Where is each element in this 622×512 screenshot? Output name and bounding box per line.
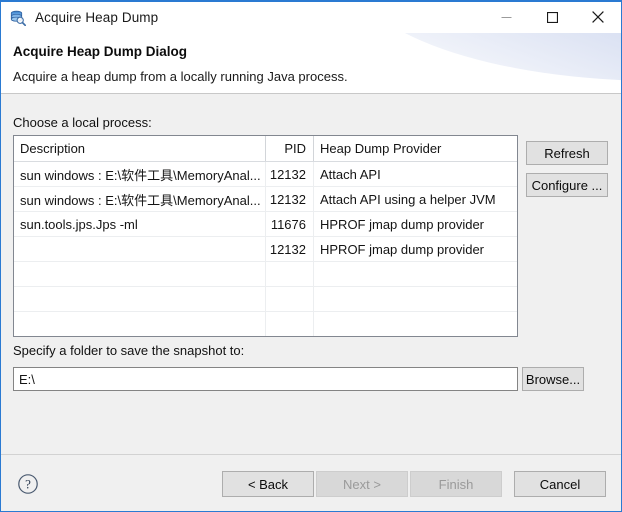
table-row[interactable]: sun windows : E:\软件工具\MemoryAnal... 1213… [14, 162, 517, 187]
cell-pid [266, 312, 314, 336]
maximize-icon[interactable] [529, 2, 575, 32]
cell-provider [314, 312, 517, 336]
choose-process-label: Choose a local process: [13, 115, 152, 130]
browse-button[interactable]: Browse... [522, 367, 584, 391]
cell-provider: Attach API [320, 166, 381, 182]
finish-button: Finish [410, 471, 502, 497]
cell-description [14, 287, 266, 311]
folder-label: Specify a folder to save the snapshot to… [13, 343, 245, 358]
help-question-icon[interactable]: ? [17, 473, 39, 495]
cell-pid: 12132 [266, 237, 314, 261]
next-button: Next > [316, 471, 408, 497]
cell-provider: HPROF jmap dump provider [320, 241, 484, 257]
cell-provider: HPROF jmap dump provider [320, 216, 484, 232]
cell-pid: 11676 [266, 212, 314, 236]
cancel-button[interactable]: Cancel [514, 471, 606, 497]
table-row[interactable] [14, 287, 517, 312]
cell-description: sun windows : E:\软件工具\MemoryAnal... [14, 187, 266, 211]
cell-description: sun windows : E:\软件工具\MemoryAnal... [14, 162, 266, 186]
table-header-row: Description PID Heap Dump Provider [14, 136, 517, 162]
cell-description [14, 312, 266, 336]
cell-pid: 12132 [266, 187, 314, 211]
window-title: Acquire Heap Dump [35, 10, 159, 25]
cell-pid [266, 262, 314, 286]
wizard-buttons: < Back Next > Finish Cancel [222, 471, 606, 497]
refresh-button[interactable]: Refresh [526, 141, 608, 165]
cell-provider: Attach API using a helper JVM [320, 191, 496, 207]
cell-description: sun.tools.jps.Jps -ml [14, 212, 266, 236]
page-title: Acquire Heap Dump Dialog [13, 44, 188, 59]
cell-provider [314, 287, 517, 311]
back-button[interactable]: < Back [222, 471, 314, 497]
page-description: Acquire a heap dump from a locally runni… [13, 69, 348, 84]
column-header-provider[interactable]: Heap Dump Provider [314, 136, 517, 161]
cell-provider [314, 262, 517, 286]
acquire-heap-dump-dialog: Acquire Heap Dump Acquire Heap Dump Dial… [0, 0, 622, 512]
column-header-description[interactable]: Description [14, 136, 266, 161]
header-decoration [351, 33, 621, 81]
database-search-icon [10, 10, 27, 26]
table-row[interactable]: sun windows : E:\软件工具\MemoryAnal... 1213… [14, 187, 517, 212]
svg-text:?: ? [25, 477, 31, 492]
title-bar: Acquire Heap Dump [1, 2, 621, 33]
dialog-body: Choose a local process: Description PID … [1, 95, 621, 454]
cell-pid [266, 287, 314, 311]
minimize-icon[interactable] [483, 2, 529, 32]
dialog-footer: ? < Back Next > Finish Cancel [1, 454, 621, 511]
window-controls [483, 2, 621, 32]
configure-button[interactable]: Configure ... [526, 173, 608, 197]
table-row[interactable] [14, 312, 517, 336]
process-table[interactable]: Description PID Heap Dump Provider sun w… [13, 135, 518, 337]
folder-path-input[interactable] [13, 367, 518, 391]
table-row[interactable]: 12132 HPROF jmap dump provider [14, 237, 517, 262]
column-header-pid[interactable]: PID [266, 136, 314, 161]
cell-description [14, 237, 266, 261]
dialog-header: Acquire Heap Dump Dialog Acquire a heap … [1, 33, 621, 94]
table-row[interactable]: sun.tools.jps.Jps -ml 11676 HPROF jmap d… [14, 212, 517, 237]
cell-description [14, 262, 266, 286]
close-icon[interactable] [575, 2, 621, 32]
table-row[interactable] [14, 262, 517, 287]
cell-pid: 12132 [266, 162, 314, 186]
